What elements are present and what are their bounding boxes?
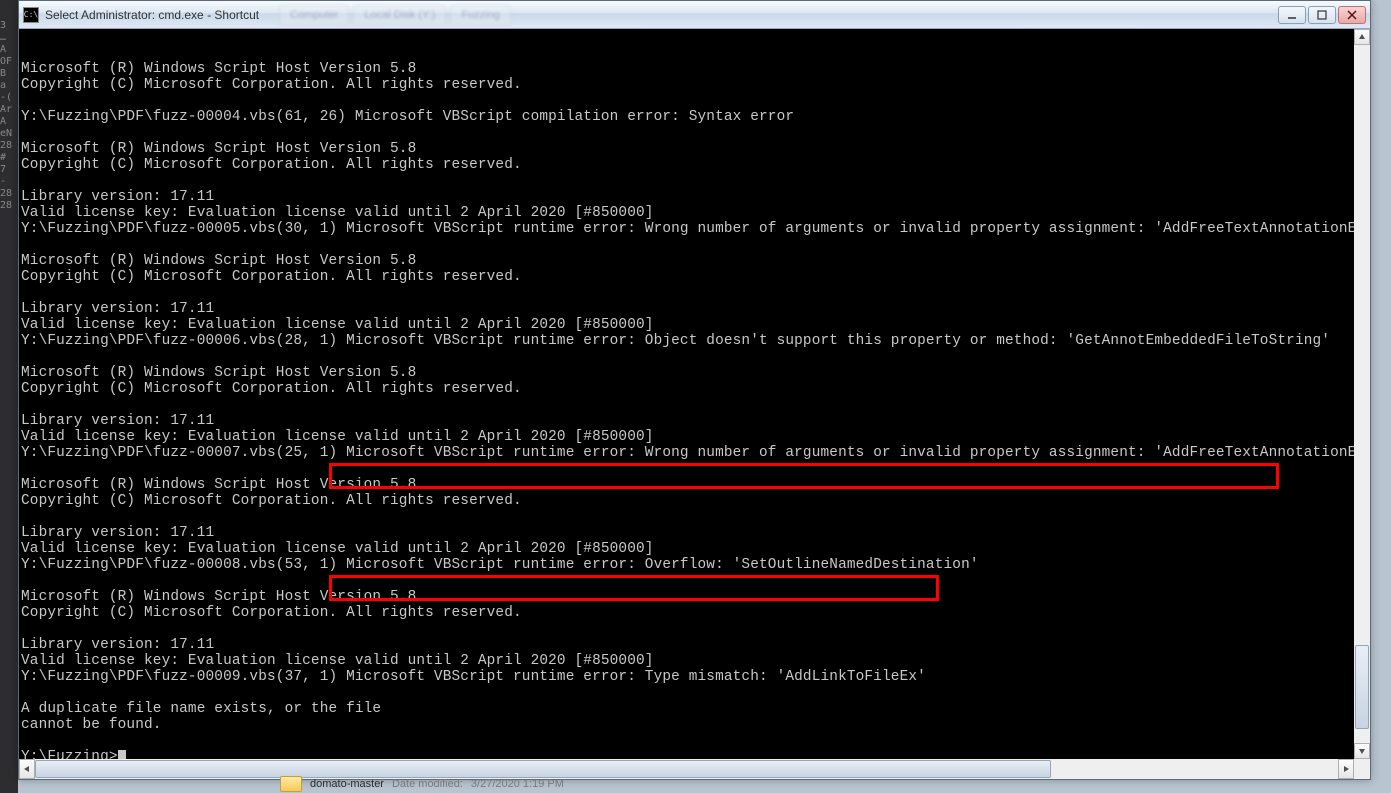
preview-meta-value: 3/27/2020 1:19 PM (471, 778, 564, 790)
preview-item-name: domato-master (310, 778, 384, 790)
cmd-window: C:\ Select Administrator: cmd.exe - Shor… (18, 0, 1371, 780)
scroll-down-arrow-icon[interactable] (1354, 743, 1370, 759)
cmd-icon: C:\ (23, 7, 39, 23)
hscroll-track[interactable] (35, 759, 1338, 779)
window-controls (1278, 6, 1366, 24)
window-title: Select Administrator: cmd.exe - Shortcut (45, 8, 259, 22)
horizontal-scrollbar[interactable] (19, 759, 1354, 779)
scroll-left-arrow-icon[interactable] (19, 759, 35, 779)
bg-tab: Computer (279, 5, 349, 25)
folder-icon (280, 776, 302, 792)
maximize-button[interactable] (1308, 6, 1336, 24)
background-tabs: Computer Local Disk (Y:) Fuzzing (279, 5, 1278, 25)
vscroll-thumb[interactable] (1355, 645, 1369, 729)
scrollbar-corner (1354, 759, 1370, 779)
bg-tab: Local Disk (Y:) (353, 5, 446, 25)
titlebar[interactable]: C:\ Select Administrator: cmd.exe - Shor… (19, 1, 1370, 29)
scroll-up-arrow-icon[interactable] (1354, 29, 1370, 45)
cursor (118, 750, 126, 759)
vscroll-track[interactable] (1354, 45, 1370, 743)
background-editor-gutter: 3 … A OF B a -( Ar A eN 28 # 7 - 28 28 (0, 0, 18, 793)
close-button[interactable] (1338, 6, 1366, 24)
terminal-output[interactable]: Microsoft (R) Windows Script Host Versio… (19, 29, 1354, 759)
vertical-scrollbar[interactable] (1354, 29, 1370, 759)
explorer-preview-hint: domato-master Date modified: 3/27/2020 1… (280, 775, 564, 793)
scroll-right-arrow-icon[interactable] (1338, 759, 1354, 779)
minimize-button[interactable] (1278, 6, 1306, 24)
preview-meta-label: Date modified: (392, 778, 463, 790)
client-area: Microsoft (R) Windows Script Host Versio… (19, 29, 1370, 779)
bg-tab: Fuzzing (450, 5, 511, 25)
